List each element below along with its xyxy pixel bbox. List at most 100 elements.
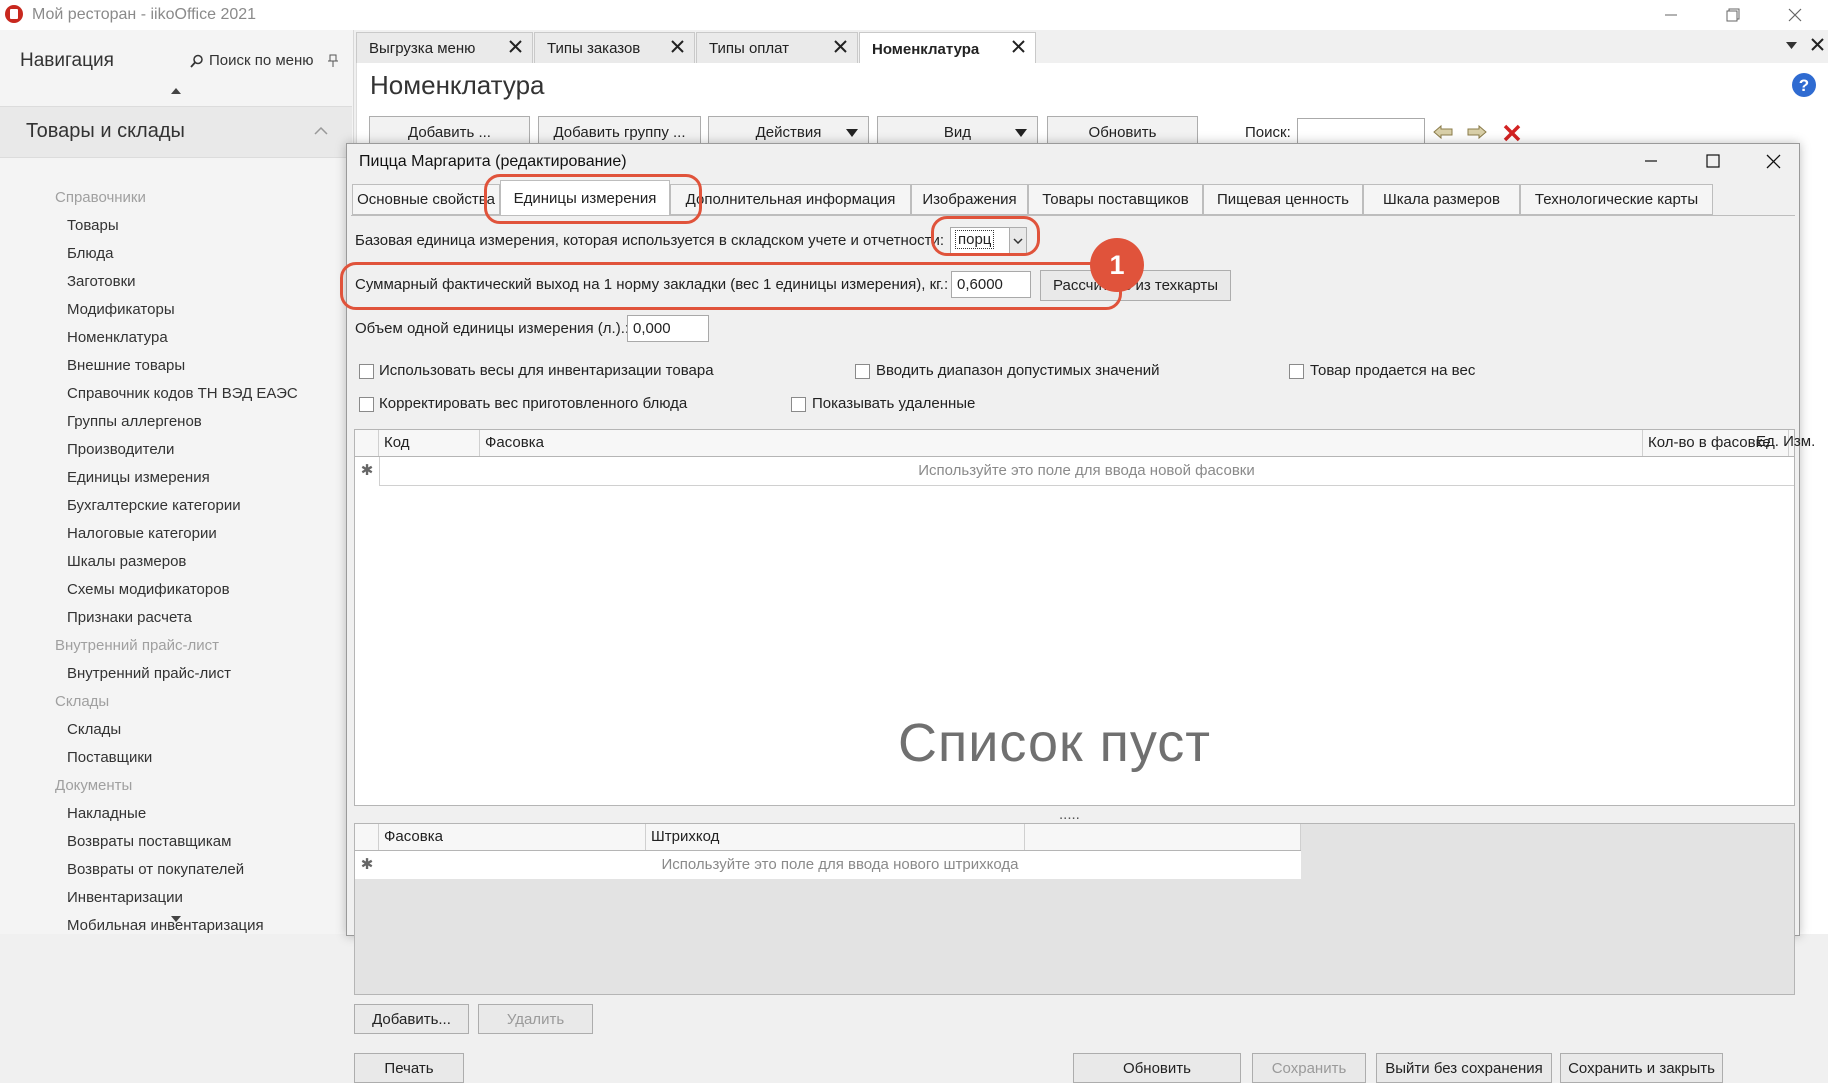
grid-splitter[interactable]: ..... — [1059, 806, 1080, 823]
pin-icon[interactable] — [327, 54, 339, 68]
save-button[interactable]: Сохранить — [1252, 1053, 1366, 1083]
grid-corner — [355, 824, 379, 850]
tab-menu-export[interactable]: Выгрузка меню — [356, 32, 533, 63]
nav-item-warehouses[interactable]: Склады — [0, 716, 352, 744]
nav-item-customer-returns[interactable]: Возвраты от покупателей — [0, 856, 352, 884]
arrow-left-icon[interactable] — [1433, 124, 1453, 140]
use-scales-checkbox[interactable] — [359, 364, 374, 379]
dialog-maximize-button[interactable] — [1687, 144, 1739, 178]
nav-item-calc-signs[interactable]: Признаки расчета — [0, 604, 352, 632]
tab-nomenclature[interactable]: Номенклатура — [859, 32, 1036, 65]
view-label: Вид — [943, 123, 972, 141]
tab-size-scale[interactable]: Шкала размеров — [1363, 184, 1520, 215]
tab-label: Выгрузка меню — [369, 39, 476, 57]
nav-item-supplier-returns[interactable]: Возвраты поставщикам — [0, 828, 352, 856]
scroll-up-icon[interactable] — [171, 88, 181, 94]
nav-item-allergen-groups[interactable]: Группы аллергенов — [0, 408, 352, 436]
column-header-code[interactable]: Код — [379, 430, 480, 456]
search-icon — [190, 54, 203, 68]
correct-weight-label: Корректировать вес приготовленного блюда — [379, 395, 688, 412]
exit-without-saving-button[interactable]: Выйти без сохранения — [1376, 1053, 1552, 1083]
column-header-unit[interactable]: Ед. Изм. — [1756, 433, 1815, 450]
close-window-button[interactable] — [1772, 0, 1818, 30]
dialog-close-button[interactable] — [1747, 144, 1799, 178]
base-unit-label: Базовая единица измерения, которая испол… — [355, 232, 944, 249]
close-icon[interactable] — [671, 40, 684, 53]
minimize-button[interactable] — [1648, 0, 1694, 30]
help-icon[interactable]: ? — [1791, 72, 1817, 98]
nav-section-label: Товары и склады — [26, 120, 185, 142]
nav-section-goods[interactable]: Товары и склады — [0, 106, 352, 158]
column-header-packaging[interactable]: Фасовка — [480, 430, 1643, 456]
nav-item-tnved-codes[interactable]: Справочник кодов ТН ВЭД ЕАЭС — [0, 380, 352, 408]
nav-item-manufacturers[interactable]: Производители — [0, 436, 352, 464]
use-scales-label: Использовать весы для инвентаризации тов… — [379, 362, 714, 379]
nav-item-tax-categories[interactable]: Налоговые категории — [0, 520, 352, 548]
column-header-barcode[interactable]: Штрихкод — [646, 824, 1025, 850]
new-row-marker-icon: ✱ — [355, 457, 380, 485]
close-icon[interactable] — [834, 40, 847, 53]
nav-item-modifiers[interactable]: Модификаторы — [0, 296, 352, 324]
tab-images[interactable]: Изображения — [911, 184, 1028, 215]
tabs-dropdown-icon[interactable] — [1786, 42, 1797, 49]
navigation-panel: Навигация Поиск по меню Товары и склады … — [0, 30, 354, 934]
nav-item-modifier-schemes[interactable]: Схемы модификаторов — [0, 576, 352, 604]
new-barcode-row[interactable]: Используйте это поле для ввода нового шт… — [379, 851, 1301, 879]
tab-order-types[interactable]: Типы заказов — [534, 32, 695, 63]
clear-search-icon[interactable] — [1503, 124, 1521, 142]
nav-category: Справочники — [55, 189, 146, 206]
tab-tech-cards[interactable]: Технологические карты — [1520, 184, 1713, 215]
dialog-title: Пицца Маргарита (редактирование) — [359, 153, 627, 170]
nav-search-button[interactable]: Поиск по меню — [190, 52, 339, 69]
tab-main-properties[interactable]: Основные свойства — [352, 184, 500, 215]
close-icon[interactable] — [509, 40, 522, 53]
tab-supplier-goods[interactable]: Товары поставщиков — [1028, 184, 1203, 215]
show-deleted-checkbox[interactable] — [791, 397, 806, 412]
app-logo-icon — [4, 4, 24, 24]
tab-payment-types[interactable]: Типы оплат — [696, 32, 858, 63]
column-header-packaging[interactable]: Фасовка — [379, 824, 646, 850]
empty-list-text: Список пуст — [898, 713, 1212, 773]
nav-item-accounting-categories[interactable]: Бухгалтерские категории — [0, 492, 352, 520]
sold-by-weight-checkbox[interactable] — [1289, 364, 1304, 379]
tab-label: Типы заказов — [547, 39, 641, 57]
nav-item-price-list[interactable]: Внутренний прайс-лист — [0, 660, 352, 688]
column-header-empty — [1025, 824, 1301, 850]
window-title: Мой ресторан - iikoOffice 2021 — [32, 6, 257, 23]
restore-button[interactable] — [1710, 0, 1756, 30]
nav-item-preparations[interactable]: Заготовки — [0, 268, 352, 296]
save-and-close-button[interactable]: Сохранить и закрыть — [1560, 1053, 1723, 1083]
range-checkbox[interactable] — [855, 364, 870, 379]
nav-item-suppliers[interactable]: Поставщики — [0, 744, 352, 772]
dialog-minimize-button[interactable] — [1625, 144, 1677, 178]
dialog-refresh-button[interactable]: Обновить — [1073, 1053, 1241, 1083]
delete-barcode-button[interactable]: Удалить — [478, 1004, 593, 1034]
chevron-up-icon[interactable] — [314, 126, 328, 135]
arrow-right-icon[interactable] — [1467, 124, 1487, 140]
nav-item-invoices[interactable]: Накладные — [0, 800, 352, 828]
tab-additional-info[interactable]: Дополнительная информация — [670, 184, 911, 215]
nav-item-goods[interactable]: Товары — [0, 212, 352, 240]
close-tab-icon[interactable] — [1811, 38, 1824, 51]
nav-item-size-scales[interactable]: Шкалы размеров — [0, 548, 352, 576]
tab-nutrition[interactable]: Пищевая ценность — [1203, 184, 1363, 215]
nav-item-external-goods[interactable]: Внешние товары — [0, 352, 352, 380]
print-button[interactable]: Печать — [354, 1053, 464, 1083]
close-icon[interactable] — [1012, 40, 1025, 53]
grid-corner — [355, 430, 379, 456]
search-input[interactable] — [1297, 118, 1425, 146]
nav-item-dishes[interactable]: Блюда — [0, 240, 352, 268]
nav-item-units[interactable]: Единицы измерения — [0, 464, 352, 492]
tab-label: Типы оплат — [709, 39, 790, 57]
volume-input[interactable]: 0,000 — [627, 315, 709, 342]
sold-by-weight-label: Товар продается на вес — [1310, 362, 1476, 379]
step-badge: 1 — [1090, 238, 1144, 292]
show-deleted-label: Показывать удаленные — [812, 395, 976, 412]
nav-item-nomenclature[interactable]: Номенклатура — [0, 324, 352, 352]
nav-item-inventories[interactable]: Инвентаризации — [0, 884, 352, 912]
dropdown-arrow-icon — [1015, 129, 1027, 137]
correct-weight-checkbox[interactable] — [359, 397, 374, 412]
add-barcode-button[interactable]: Добавить... — [354, 1004, 469, 1034]
new-packaging-row[interactable]: Используйте это поле для ввода новой фас… — [379, 457, 1794, 486]
scroll-down-icon[interactable] — [171, 916, 181, 922]
